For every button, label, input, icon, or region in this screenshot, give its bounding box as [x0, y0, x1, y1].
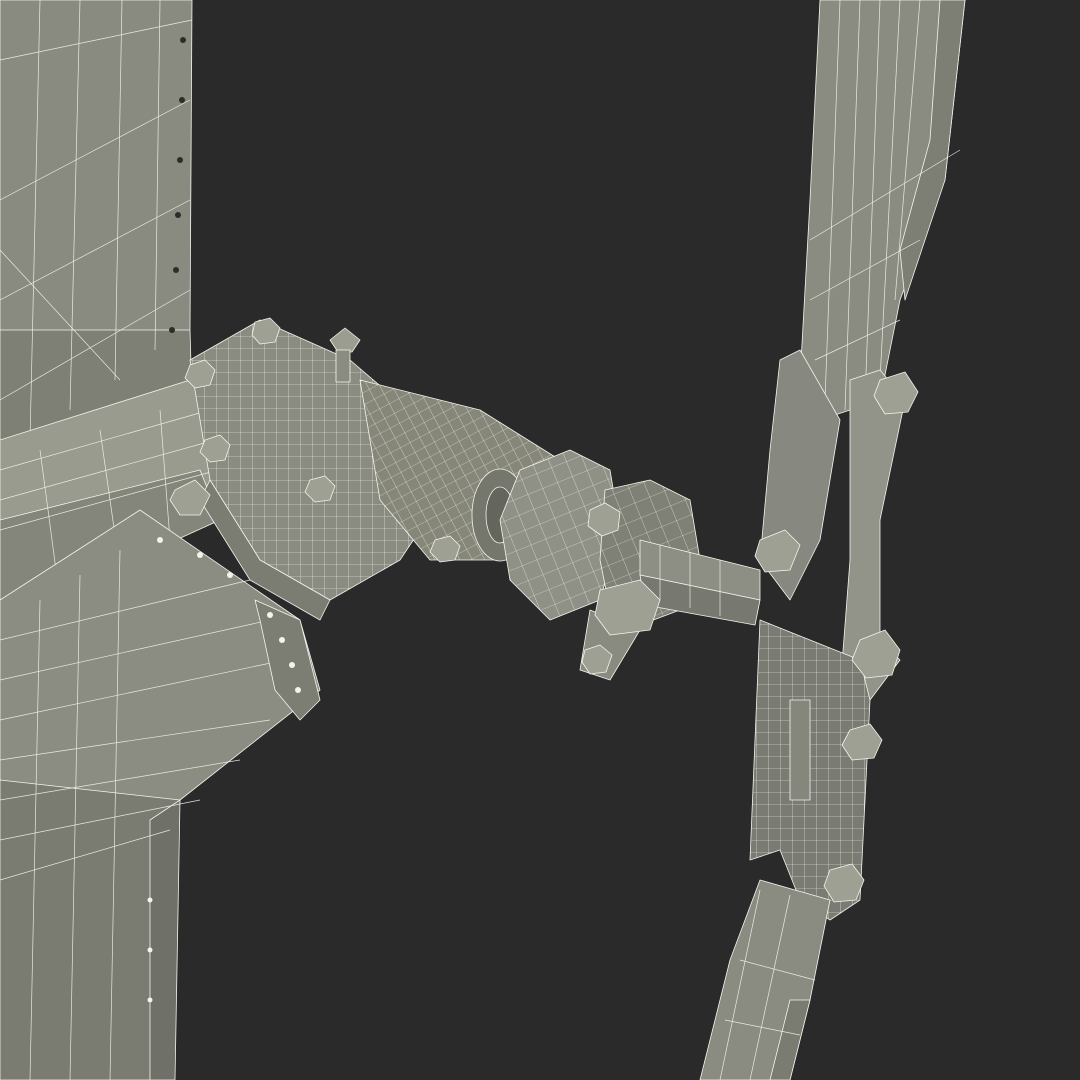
wireframe-render	[0, 0, 1080, 1080]
